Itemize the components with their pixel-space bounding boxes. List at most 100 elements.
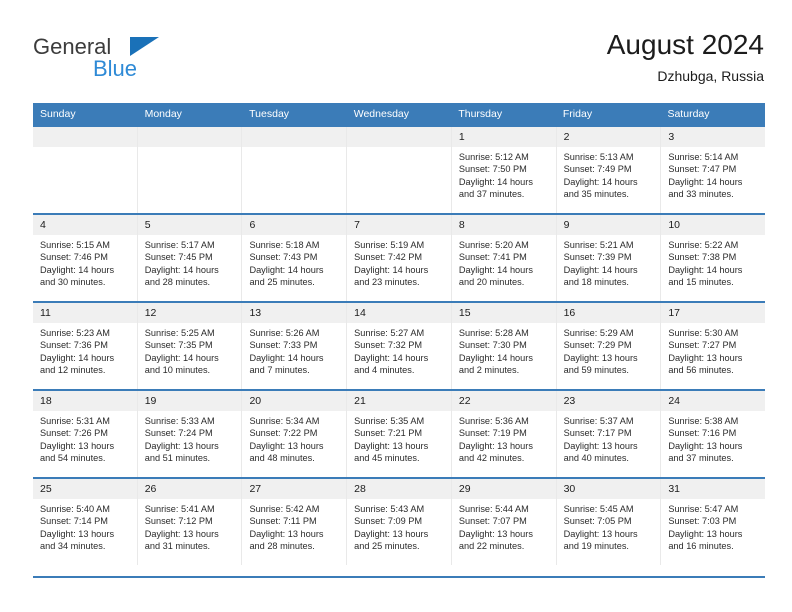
day-cell[interactable]: 28 Sunrise: 5:43 AM Sunset: 7:09 PM Dayl… (347, 479, 452, 565)
day-cell[interactable]: 21 Sunrise: 5:35 AM Sunset: 7:21 PM Dayl… (347, 391, 452, 477)
day-cell[interactable]: 7 Sunrise: 5:19 AM Sunset: 7:42 PM Dayli… (347, 215, 452, 301)
day-cell[interactable]: 8 Sunrise: 5:20 AM Sunset: 7:41 PM Dayli… (451, 215, 557, 301)
day-cell[interactable]: 20 Sunrise: 5:34 AM Sunset: 7:22 PM Dayl… (242, 391, 348, 477)
title-block: August 2024 Dzhubga, Russia (607, 28, 764, 86)
sunrise-text: Sunrise: 5:36 AM (458, 416, 529, 426)
daylight-text-line2: and 4 minutes. (354, 364, 415, 375)
daylight-text-line2: and 20 minutes. (458, 276, 525, 287)
daylight-text-line1: Daylight: 13 hours (668, 528, 743, 539)
sunset-text: Sunset: 7:11 PM (249, 516, 317, 527)
day-number: 10 (661, 215, 766, 235)
day-cell[interactable] (242, 127, 348, 213)
week-row: 4 Sunrise: 5:15 AM Sunset: 7:46 PM Dayli… (33, 213, 766, 301)
sunset-text: Sunset: 7:42 PM (354, 252, 423, 263)
day-cell[interactable]: 12 Sunrise: 5:25 AM Sunset: 7:35 PM Dayl… (137, 303, 243, 389)
day-cell[interactable] (137, 127, 243, 213)
daylight-text-line1: Daylight: 14 hours (458, 264, 533, 275)
day-number: 7 (347, 215, 451, 235)
day-number: 4 (33, 215, 137, 235)
day-cell[interactable] (33, 127, 138, 213)
daylight-text-line1: Daylight: 14 hours (40, 264, 115, 275)
day-info: Sunrise: 5:18 AM Sunset: 7:43 PM Dayligh… (242, 235, 346, 288)
day-cell[interactable]: 10 Sunrise: 5:22 AM Sunset: 7:38 PM Dayl… (661, 215, 766, 301)
calendar-grid: Sunday Monday Tuesday Wednesday Thursday… (33, 103, 766, 565)
day-cell[interactable]: 9 Sunrise: 5:21 AM Sunset: 7:39 PM Dayli… (556, 215, 662, 301)
day-number: 22 (451, 391, 556, 411)
sunset-text: Sunset: 7:19 PM (458, 428, 527, 439)
day-cell[interactable]: 14 Sunrise: 5:27 AM Sunset: 7:32 PM Dayl… (347, 303, 452, 389)
day-number: 28 (347, 479, 451, 499)
sunrise-text: Sunrise: 5:28 AM (458, 328, 529, 338)
day-cell[interactable]: 15 Sunrise: 5:28 AM Sunset: 7:30 PM Dayl… (451, 303, 557, 389)
day-info (138, 147, 242, 151)
weekday-saturday: Saturday (667, 108, 710, 120)
daylight-text-line1: Daylight: 13 hours (563, 352, 638, 363)
day-cell[interactable]: 13 Sunrise: 5:26 AM Sunset: 7:33 PM Dayl… (242, 303, 348, 389)
sunrise-text: Sunrise: 5:27 AM (354, 328, 425, 338)
sunrise-text: Sunrise: 5:43 AM (354, 504, 425, 514)
day-info: Sunrise: 5:47 AM Sunset: 7:03 PM Dayligh… (661, 499, 765, 552)
day-cell[interactable]: 27 Sunrise: 5:42 AM Sunset: 7:11 PM Dayl… (242, 479, 348, 565)
day-cell[interactable]: 11 Sunrise: 5:23 AM Sunset: 7:36 PM Dayl… (33, 303, 138, 389)
sunset-text: Sunset: 7:49 PM (563, 164, 632, 175)
day-info: Sunrise: 5:28 AM Sunset: 7:30 PM Dayligh… (452, 323, 556, 376)
day-cell[interactable]: 1 Sunrise: 5:12 AM Sunset: 7:50 PM Dayli… (451, 127, 557, 213)
daylight-text-line2: and 18 minutes. (563, 276, 629, 287)
sunrise-text: Sunrise: 5:17 AM (144, 240, 215, 250)
day-cell[interactable]: 19 Sunrise: 5:33 AM Sunset: 7:24 PM Dayl… (137, 391, 243, 477)
sunset-text: Sunset: 7:07 PM (458, 516, 527, 527)
day-cell[interactable]: 2 Sunrise: 5:13 AM Sunset: 7:49 PM Dayli… (556, 127, 662, 213)
day-number: 18 (33, 391, 137, 411)
day-cell[interactable]: 22 Sunrise: 5:36 AM Sunset: 7:19 PM Dayl… (451, 391, 557, 477)
sunrise-text: Sunrise: 5:33 AM (144, 416, 215, 426)
day-cell[interactable]: 3 Sunrise: 5:14 AM Sunset: 7:47 PM Dayli… (661, 127, 766, 213)
day-cell[interactable]: 5 Sunrise: 5:17 AM Sunset: 7:45 PM Dayli… (137, 215, 243, 301)
sunrise-text: Sunrise: 5:47 AM (668, 504, 739, 514)
day-cell[interactable]: 18 Sunrise: 5:31 AM Sunset: 7:26 PM Dayl… (33, 391, 138, 477)
daylight-text-line2: and 25 minutes. (249, 276, 315, 287)
day-number: 15 (451, 303, 556, 323)
day-cell[interactable]: 23 Sunrise: 5:37 AM Sunset: 7:17 PM Dayl… (556, 391, 662, 477)
sunset-text: Sunset: 7:41 PM (458, 252, 527, 263)
sunrise-text: Sunrise: 5:38 AM (668, 416, 739, 426)
day-cell[interactable]: 17 Sunrise: 5:30 AM Sunset: 7:27 PM Dayl… (661, 303, 766, 389)
daylight-text-line2: and 28 minutes. (144, 276, 211, 287)
day-info: Sunrise: 5:15 AM Sunset: 7:46 PM Dayligh… (33, 235, 137, 288)
day-number: 2 (556, 127, 661, 147)
sunrise-text: Sunrise: 5:25 AM (144, 328, 215, 338)
daylight-text-line2: and 25 minutes. (354, 540, 420, 551)
daylight-text-line2: and 10 minutes. (144, 364, 211, 375)
sunrise-text: Sunrise: 5:20 AM (458, 240, 529, 250)
day-cell[interactable]: 6 Sunrise: 5:18 AM Sunset: 7:43 PM Dayli… (242, 215, 348, 301)
day-cell[interactable]: 25 Sunrise: 5:40 AM Sunset: 7:14 PM Dayl… (33, 479, 138, 565)
general-blue-logo[interactable]: General Blue (33, 34, 253, 90)
day-info: Sunrise: 5:33 AM Sunset: 7:24 PM Dayligh… (138, 411, 242, 464)
daylight-text-line2: and 37 minutes. (668, 452, 734, 463)
sunset-text: Sunset: 7:33 PM (249, 340, 318, 351)
day-cell[interactable]: 24 Sunrise: 5:38 AM Sunset: 7:16 PM Dayl… (661, 391, 766, 477)
day-number: 6 (242, 215, 347, 235)
day-number: 19 (137, 391, 242, 411)
weekday-wednesday: Wednesday (353, 108, 409, 120)
day-cell[interactable]: 16 Sunrise: 5:29 AM Sunset: 7:29 PM Dayl… (556, 303, 662, 389)
day-cell[interactable]: 30 Sunrise: 5:45 AM Sunset: 7:05 PM Dayl… (556, 479, 662, 565)
day-info: Sunrise: 5:44 AM Sunset: 7:07 PM Dayligh… (452, 499, 556, 552)
day-cell[interactable]: 31 Sunrise: 5:47 AM Sunset: 7:03 PM Dayl… (661, 479, 766, 565)
day-cell[interactable]: 26 Sunrise: 5:41 AM Sunset: 7:12 PM Dayl… (137, 479, 243, 565)
daylight-text-line1: Daylight: 14 hours (458, 176, 533, 187)
day-number: 12 (137, 303, 242, 323)
logo-text-blue: Blue (93, 56, 138, 81)
daylight-text-line1: Daylight: 13 hours (354, 440, 429, 451)
sunset-text: Sunset: 7:30 PM (458, 340, 527, 351)
day-cell[interactable] (347, 127, 452, 213)
sunset-text: Sunset: 7:43 PM (249, 252, 318, 263)
day-info: Sunrise: 5:31 AM Sunset: 7:26 PM Dayligh… (33, 411, 137, 464)
day-number: 24 (661, 391, 766, 411)
sunset-text: Sunset: 7:24 PM (144, 428, 213, 439)
day-cell[interactable]: 29 Sunrise: 5:44 AM Sunset: 7:07 PM Dayl… (451, 479, 557, 565)
sunset-text: Sunset: 7:26 PM (40, 428, 108, 439)
calendar-bottom-rule (33, 576, 765, 578)
day-number: 13 (242, 303, 347, 323)
daylight-text-line1: Daylight: 13 hours (668, 440, 743, 451)
day-cell[interactable]: 4 Sunrise: 5:15 AM Sunset: 7:46 PM Dayli… (33, 215, 138, 301)
